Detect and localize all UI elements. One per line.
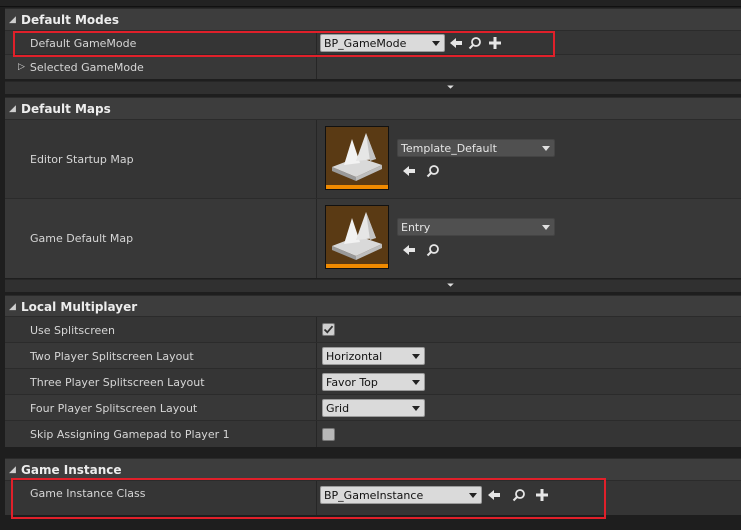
section-header-default-modes[interactable]: ◢ Default Modes xyxy=(5,8,741,31)
use-splitscreen-checkbox[interactable] xyxy=(322,323,335,336)
use-selected-arrow-icon[interactable] xyxy=(402,164,416,178)
section-header-local-multiplayer[interactable]: ◢ Local Multiplayer xyxy=(5,295,741,318)
chevron-down-icon xyxy=(412,354,420,359)
map-thumbnail[interactable] xyxy=(325,205,389,269)
default-gamemode-combo[interactable]: BP_GameMode xyxy=(320,34,445,52)
column-divider xyxy=(316,343,317,369)
row-four-player-layout: Four Player Splitscreen Layout Grid xyxy=(5,394,741,421)
level-asset-icon xyxy=(332,133,382,181)
advanced-chevron-icon: ⏷ xyxy=(447,281,455,291)
column-divider xyxy=(316,199,317,278)
row-label: Three Player Splitscreen Layout xyxy=(30,375,205,389)
row-game-instance-class: Game Instance Class BP_GameInstance xyxy=(5,480,741,515)
column-divider xyxy=(316,31,317,55)
row-label: Game Instance Class xyxy=(30,487,146,500)
advanced-chevron-icon: ⏷ xyxy=(447,83,455,93)
chevron-down-icon xyxy=(469,493,477,498)
section-header-default-maps[interactable]: ◢ Default Maps xyxy=(5,97,741,120)
column-divider xyxy=(316,55,317,79)
row-label: Two Player Splitscreen Layout xyxy=(30,349,194,363)
use-selected-arrow-icon[interactable] xyxy=(487,488,501,502)
chevron-down-icon xyxy=(412,406,420,411)
row-two-player-layout: Two Player Splitscreen Layout Horizontal xyxy=(5,342,741,369)
expand-triangle-icon: ▷ xyxy=(18,62,25,72)
section-title: Default Maps xyxy=(21,102,111,116)
skip-gamepad-checkbox[interactable] xyxy=(322,428,335,441)
asset-type-bar xyxy=(326,185,388,189)
row-selected-gamemode[interactable]: ▷ Selected GameMode xyxy=(5,54,741,79)
browse-magnifier-icon[interactable] xyxy=(512,488,526,502)
chevron-down-icon xyxy=(542,225,550,230)
row-three-player-layout: Three Player Splitscreen Layout Favor To… xyxy=(5,368,741,395)
column-divider xyxy=(316,395,317,421)
three-player-layout-combo[interactable]: Favor Top xyxy=(322,373,425,391)
advanced-toggle[interactable]: ⏷ xyxy=(5,81,741,94)
combo-value: Entry xyxy=(401,220,431,234)
row-label: Default GameMode xyxy=(30,36,137,50)
row-label: Skip Assigning Gamepad to Player 1 xyxy=(30,427,230,441)
level-asset-icon xyxy=(332,212,382,260)
row-label: Game Default Map xyxy=(30,232,134,245)
chevron-down-icon xyxy=(432,41,440,46)
game-instance-class-combo[interactable]: BP_GameInstance xyxy=(320,486,482,504)
add-plus-icon[interactable] xyxy=(488,36,502,50)
row-editor-startup-map: Editor Startup Map Template_Default xyxy=(5,119,741,199)
row-label: Editor Startup Map xyxy=(30,153,134,166)
advanced-toggle[interactable]: ⏷ xyxy=(5,279,741,292)
browse-magnifier-icon[interactable] xyxy=(426,243,440,257)
row-label: Use Splitscreen xyxy=(30,323,116,337)
game-default-map-combo[interactable]: Entry xyxy=(397,218,555,236)
map-thumbnail[interactable] xyxy=(325,126,389,190)
column-divider xyxy=(316,120,317,199)
combo-value: Favor Top xyxy=(326,375,378,389)
row-label: Four Player Splitscreen Layout xyxy=(30,401,198,415)
section-header-game-instance[interactable]: ◢ Game Instance xyxy=(5,458,741,481)
chevron-down-icon xyxy=(412,380,420,385)
column-divider xyxy=(316,317,317,343)
top-strip xyxy=(0,0,741,7)
row-use-splitscreen: Use Splitscreen xyxy=(5,316,741,343)
combo-value: Horizontal xyxy=(326,349,383,363)
add-plus-icon[interactable] xyxy=(535,488,549,502)
column-divider xyxy=(316,421,317,447)
combo-value: Grid xyxy=(326,401,350,415)
column-divider xyxy=(316,369,317,395)
collapse-triangle-icon: ◢ xyxy=(9,104,16,114)
two-player-layout-combo[interactable]: Horizontal xyxy=(322,347,425,365)
use-selected-arrow-icon[interactable] xyxy=(449,36,463,50)
section-title: Default Modes xyxy=(21,13,120,27)
row-default-gamemode: Default GameMode BP_GameMode xyxy=(5,30,741,55)
section-title: Game Instance xyxy=(21,463,122,477)
combo-value: Template_Default xyxy=(401,141,497,155)
browse-magnifier-icon[interactable] xyxy=(426,164,440,178)
section-title: Local Multiplayer xyxy=(21,300,138,314)
browse-magnifier-icon[interactable] xyxy=(468,36,482,50)
editor-startup-map-combo[interactable]: Template_Default xyxy=(397,139,555,157)
row-skip-gamepad: Skip Assigning Gamepad to Player 1 xyxy=(5,420,741,447)
column-divider xyxy=(316,481,317,515)
collapse-triangle-icon: ◢ xyxy=(9,302,16,312)
row-label-text: Selected GameMode xyxy=(29,60,144,74)
four-player-layout-combo[interactable]: Grid xyxy=(322,399,425,417)
use-selected-arrow-icon[interactable] xyxy=(402,243,416,257)
collapse-triangle-icon: ◢ xyxy=(9,465,16,475)
checkmark-icon xyxy=(323,325,334,334)
chevron-down-icon xyxy=(542,146,550,151)
row-label: ▷ Selected GameMode xyxy=(18,55,144,79)
row-game-default-map: Game Default Map Entry xyxy=(5,198,741,278)
combo-value: BP_GameMode xyxy=(324,36,407,50)
collapse-triangle-icon: ◢ xyxy=(9,15,16,25)
asset-type-bar xyxy=(326,264,388,268)
combo-value: BP_GameInstance xyxy=(324,488,424,502)
